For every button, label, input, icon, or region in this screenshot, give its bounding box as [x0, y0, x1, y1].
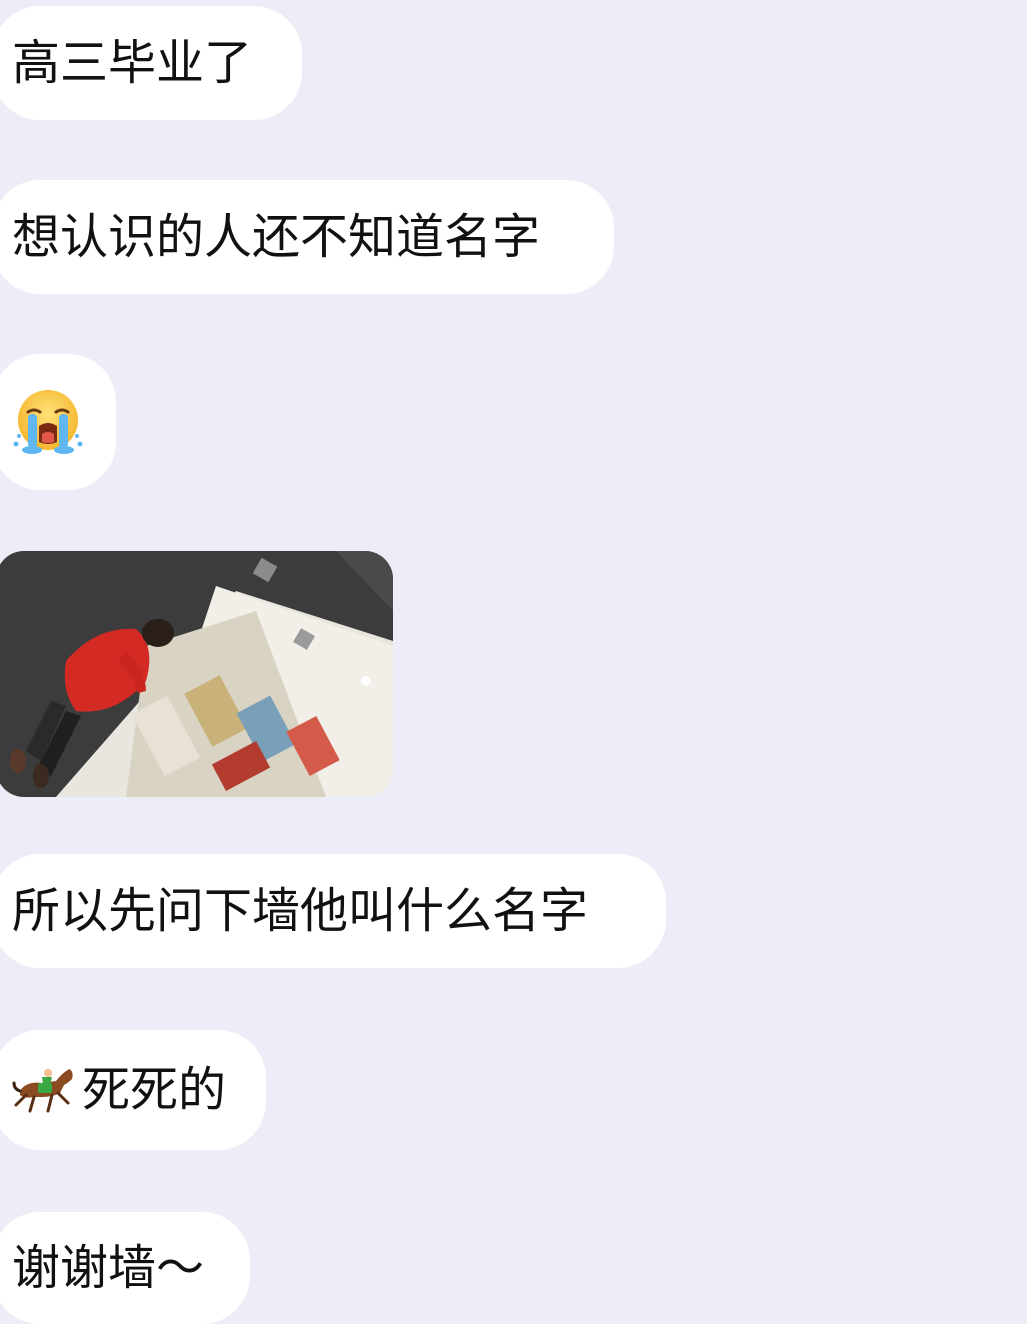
message-bubble[interactable]: 死死的	[0, 1030, 266, 1150]
chat-thread: 高三毕业了 想认识的人还不知道名字 所以先问下墙他叫什么名字 死死的 谢谢墙～	[0, 0, 1027, 1324]
message-text: 高三毕业了	[12, 35, 253, 91]
message-text: 谢谢墙～	[12, 1240, 205, 1296]
message-bubble[interactable]	[0, 354, 116, 490]
photo-message[interactable]	[0, 551, 393, 797]
message-bubble[interactable]: 谢谢墙～	[0, 1212, 250, 1324]
mall-photo	[0, 551, 393, 797]
message-text: 想认识的人还不知道名字	[12, 209, 541, 265]
message-text: 死死的	[82, 1062, 227, 1118]
message-bubble[interactable]: 想认识的人还不知道名字	[0, 180, 614, 294]
message-bubble[interactable]: 高三毕业了	[0, 6, 302, 120]
loudly-crying-face-icon	[10, 384, 86, 460]
message-bubble[interactable]: 所以先问下墙他叫什么名字	[0, 854, 666, 968]
message-text: 所以先问下墙他叫什么名字	[12, 883, 589, 939]
horse-racing-icon	[12, 1063, 78, 1117]
